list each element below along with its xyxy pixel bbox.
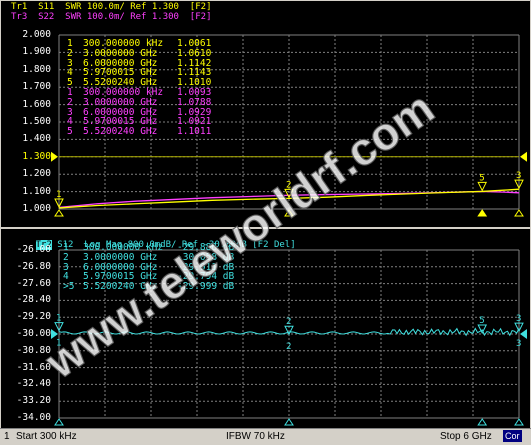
y-axis-label: -31.60 [16, 361, 51, 373]
y-axis-label: 1.700 [22, 81, 51, 93]
y-axis-label: -26.00 [16, 244, 51, 255]
logmag-chart-panel: Tr2 S12 Log Mag 800.0mdB/ Ref -30.00dB [… [1, 229, 530, 428]
y-axis-label: 1.900 [22, 46, 51, 58]
y-axis-label: -26.80 [16, 260, 51, 272]
ref-arrow-right-icon [520, 329, 527, 339]
y-axis-label: 1.200 [22, 168, 51, 180]
marker-frequency: 5.5200240 GHz [83, 281, 158, 293]
marker-number: 2 [286, 342, 291, 352]
marker-value: 1.1011 [177, 126, 212, 138]
marker-number: 3 [516, 339, 521, 349]
y-axis-label: -32.40 [16, 378, 51, 390]
marker-number: 3 [516, 314, 521, 324]
y-axis-label: -34.00 [16, 412, 51, 423]
ifbw-setting[interactable]: IFBW 70 kHz [226, 431, 285, 442]
axis-marker-icon [477, 209, 488, 217]
marker-number: 1 [56, 190, 61, 200]
y-axis-label: -27.60 [16, 277, 51, 289]
logmag-chart-plot: 1 1 2 2 5 3 3 [51, 249, 527, 426]
vna-window: Tr1 S11 SWR 100.0m/ Ref 1.300 [F2] Tr3 S… [0, 0, 531, 445]
y-axis-label: 1.800 [22, 63, 51, 75]
ref-arrow-left-icon [51, 151, 58, 162]
y-axis-label: -30.00 [16, 328, 51, 339]
marker-number: 5 [479, 316, 484, 326]
y-axis-label: 1.400 [22, 133, 51, 145]
axis-marker-icon [284, 418, 294, 426]
ref-arrow-right-icon [520, 151, 527, 162]
swr-chart-plot: 1 2 5 3 [51, 34, 527, 217]
marker-number: 5 [479, 173, 484, 183]
y-axis-label: -30.80 [16, 344, 51, 356]
marker-number: 2 [286, 180, 291, 190]
marker-frequency: 5.5200240 GHz [83, 126, 158, 138]
correction-badge[interactable]: Cor [503, 430, 522, 442]
start-frequency[interactable]: Start 300 kHz [16, 431, 77, 442]
axis-marker-icon [284, 209, 294, 217]
axis-marker-icon [54, 418, 64, 426]
y-axis-label: -33.20 [16, 395, 51, 407]
axis-marker-icon [514, 418, 524, 426]
ref-arrow-left-icon [51, 329, 58, 339]
y-axis-label: 1.100 [22, 185, 51, 197]
status-bar: 1 Start 300 kHz IFBW 70 kHz Stop 6 GHz C… [0, 428, 531, 445]
axis-marker-icon [477, 418, 488, 426]
marker-number: >5 [63, 281, 75, 293]
marker-number: 5 [67, 126, 73, 138]
marker-triangle-icon [477, 181, 488, 192]
axis-marker-icon [54, 209, 64, 217]
stop-frequency[interactable]: Stop 6 GHz [440, 431, 492, 442]
y-axis-label: -28.40 [16, 294, 51, 306]
y-axis-label: 2.000 [22, 29, 51, 40]
marker-number: 2 [286, 317, 291, 327]
y-axis-label: 1.300 [22, 150, 51, 162]
marker-number: 3 [516, 171, 521, 181]
y-axis-label: 1.600 [22, 98, 51, 110]
marker-number: 1 [56, 314, 61, 324]
channel-number[interactable]: 1 [4, 431, 10, 442]
swr-chart-panel: Tr1 S11 SWR 100.0m/ Ref 1.300 [F2] Tr3 S… [1, 1, 530, 227]
marker-value: -29.999 dB [177, 281, 235, 293]
y-axis-label: 1.500 [22, 116, 51, 127]
axis-marker-icon [514, 209, 524, 217]
y-axis-label: 1.000 [22, 203, 51, 214]
marker-number: 1 [56, 339, 61, 349]
y-axis-label: -29.20 [16, 311, 51, 323]
